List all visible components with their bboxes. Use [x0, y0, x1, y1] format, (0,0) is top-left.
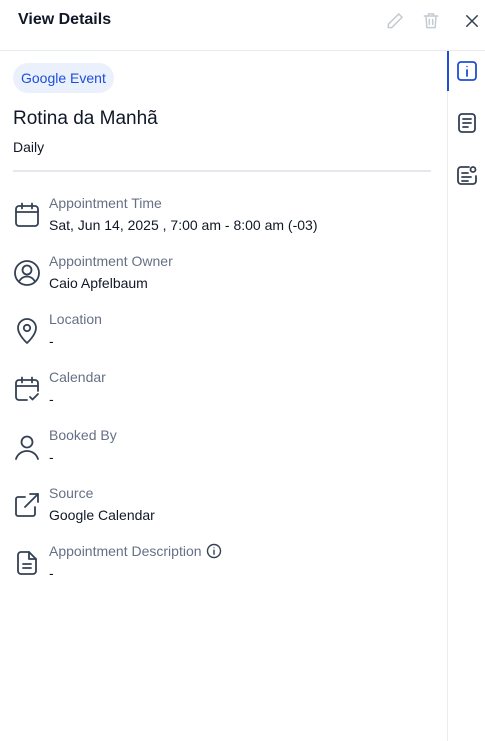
detail-label: Appointment Owner: [49, 253, 173, 269]
detail-calendar: Calendar -: [0, 369, 447, 421]
detail-label: Appointment Time: [49, 195, 162, 211]
detail-label: Location: [49, 311, 102, 327]
detail-value: Caio Apfelbaum: [49, 275, 148, 291]
close-button[interactable]: [460, 9, 484, 33]
detail-label: Source: [49, 485, 94, 501]
close-icon: [466, 15, 478, 27]
calendar-check-icon: [15, 376, 39, 401]
calendar-icon: [15, 202, 39, 227]
detail-value: Google Calendar: [49, 507, 155, 523]
detail-value: -: [49, 449, 54, 465]
divider: [13, 170, 431, 172]
user-icon: [15, 435, 39, 460]
contact-card-icon: [457, 166, 477, 185]
detail-description: Appointment Description -: [0, 543, 447, 595]
description-label-text: Appointment Description: [49, 543, 202, 559]
details-panel: Google Event Rotina da Manhã Daily Appoi…: [0, 51, 447, 741]
trash-icon: [423, 13, 439, 29]
user-circle-icon: [14, 260, 40, 286]
detail-label: Booked By: [49, 427, 117, 443]
info-icon: [457, 61, 477, 81]
detail-value: -: [49, 565, 54, 581]
side-tab-bar: [447, 51, 485, 741]
location-pin-icon: [17, 318, 37, 344]
detail-value: -: [49, 391, 54, 407]
delete-button[interactable]: [419, 9, 443, 33]
detail-label: Appointment Description: [49, 543, 222, 559]
detail-booked-by: Booked By -: [0, 427, 447, 479]
detail-source: Source Google Calendar: [0, 485, 447, 537]
detail-value: -: [49, 333, 54, 349]
pencil-icon: [387, 13, 403, 29]
detail-location: Location -: [0, 311, 447, 363]
info-tooltip-icon[interactable]: [206, 543, 222, 559]
event-type-badge: Google Event: [13, 63, 114, 93]
tab-notes[interactable]: [448, 103, 485, 143]
panel-title: View Details: [18, 11, 112, 28]
detail-appointment-time: Appointment Time Sat, Jun 14, 2025 , 7:0…: [0, 195, 447, 247]
event-recurrence: Daily: [13, 139, 45, 155]
detail-label: Calendar: [49, 369, 106, 385]
panel-header: View Details: [0, 0, 485, 51]
document-icon: [17, 551, 37, 575]
external-link-icon: [15, 493, 39, 517]
edit-button[interactable]: [383, 9, 407, 33]
detail-appointment-owner: Appointment Owner Caio Apfelbaum: [0, 253, 447, 305]
tab-contact[interactable]: [448, 155, 485, 195]
tab-details[interactable]: [447, 51, 485, 91]
notes-icon: [458, 113, 476, 133]
detail-value: Sat, Jun 14, 2025 , 7:00 am - 8:00 am (-…: [49, 217, 318, 233]
event-title: Rotina da Manhã: [13, 108, 158, 129]
